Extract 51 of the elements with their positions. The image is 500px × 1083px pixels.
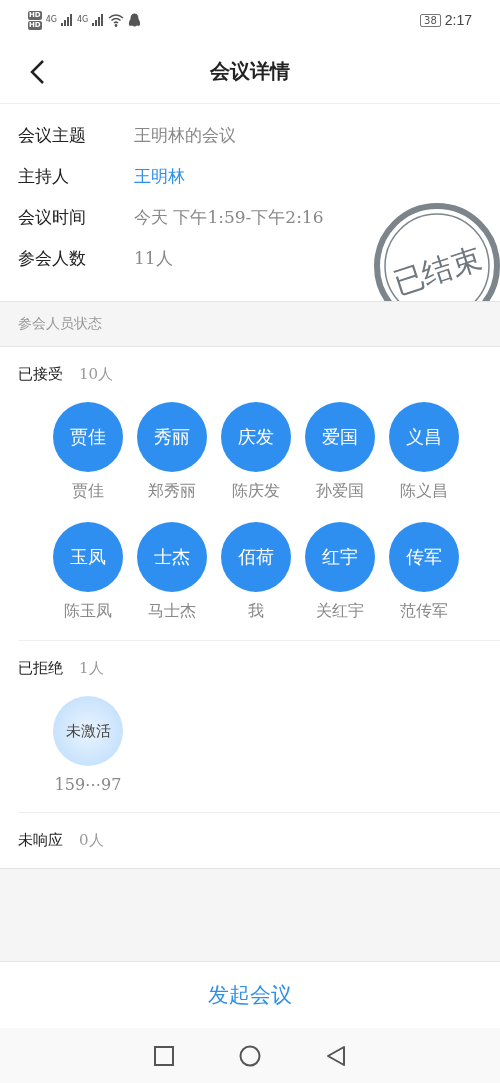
avatar[interactable]: 士杰: [137, 522, 207, 592]
avatar[interactable]: 传军: [389, 522, 459, 592]
member-name: 马士杰: [148, 601, 196, 622]
home-icon[interactable]: [239, 1044, 261, 1067]
start-meeting-button[interactable]: 发起会议: [198, 975, 302, 1015]
field-label: 会议主题: [18, 123, 87, 147]
member-name: 贾佳: [72, 481, 104, 502]
avatar[interactable]: 佰荷: [221, 522, 291, 592]
clock: 2:17: [444, 12, 472, 28]
avatar[interactable]: 贾佳: [53, 402, 123, 472]
member-name: 陈义昌: [400, 481, 448, 502]
signal-icon: [60, 14, 73, 26]
network-label: 4G: [76, 14, 89, 24]
member-name: 我: [248, 601, 264, 622]
avatar[interactable]: 红宇: [305, 522, 375, 592]
group-label: 已接受: [18, 365, 63, 384]
field-label: 主持人: [18, 164, 70, 188]
field-label: 参会人数: [18, 246, 87, 270]
avatar[interactable]: 秀丽: [137, 402, 207, 472]
member-name: 范传军: [400, 601, 448, 622]
member-name: 郑秀丽: [148, 481, 196, 502]
member-name: 陈庆发: [232, 481, 280, 502]
group-count: 1人: [79, 659, 104, 678]
avatar[interactable]: 庆发: [221, 402, 291, 472]
group-count: 10人: [79, 365, 114, 384]
group-label: 未响应: [18, 831, 63, 850]
group-label: 已拒绝: [18, 659, 63, 678]
back-nav-icon[interactable]: [325, 1044, 347, 1067]
signal-icon: [92, 14, 105, 26]
member-name: 陈玉凤: [64, 601, 112, 622]
network-label: 4G: [45, 14, 57, 24]
battery-indicator: 38: [420, 13, 441, 27]
field-value: 王明林的会议: [134, 123, 236, 147]
recents-icon[interactable]: [153, 1044, 175, 1067]
avatar[interactable]: 玉凤: [53, 522, 123, 592]
avatar[interactable]: 未激活: [53, 696, 123, 766]
page-title: 会议详情: [210, 58, 290, 85]
wifi-icon: [108, 13, 125, 27]
host-link[interactable]: 王明林: [134, 164, 185, 188]
field-value: 11人: [134, 246, 173, 270]
section-title: 参会人员状态: [18, 315, 102, 333]
group-count: 0人: [79, 831, 104, 850]
ended-stamp: 已结束: [372, 201, 500, 301]
avatar[interactable]: 爱国: [305, 402, 375, 472]
penguin-icon: [128, 12, 142, 28]
member-name: 关红宇: [316, 601, 364, 622]
member-name: 159⋯97: [54, 775, 122, 794]
field-value: 今天 下午1:59-下午2:16: [134, 205, 324, 229]
avatar[interactable]: 义昌: [389, 402, 459, 472]
field-label: 会议时间: [18, 205, 87, 229]
member-name: 孙爱国: [316, 481, 364, 502]
